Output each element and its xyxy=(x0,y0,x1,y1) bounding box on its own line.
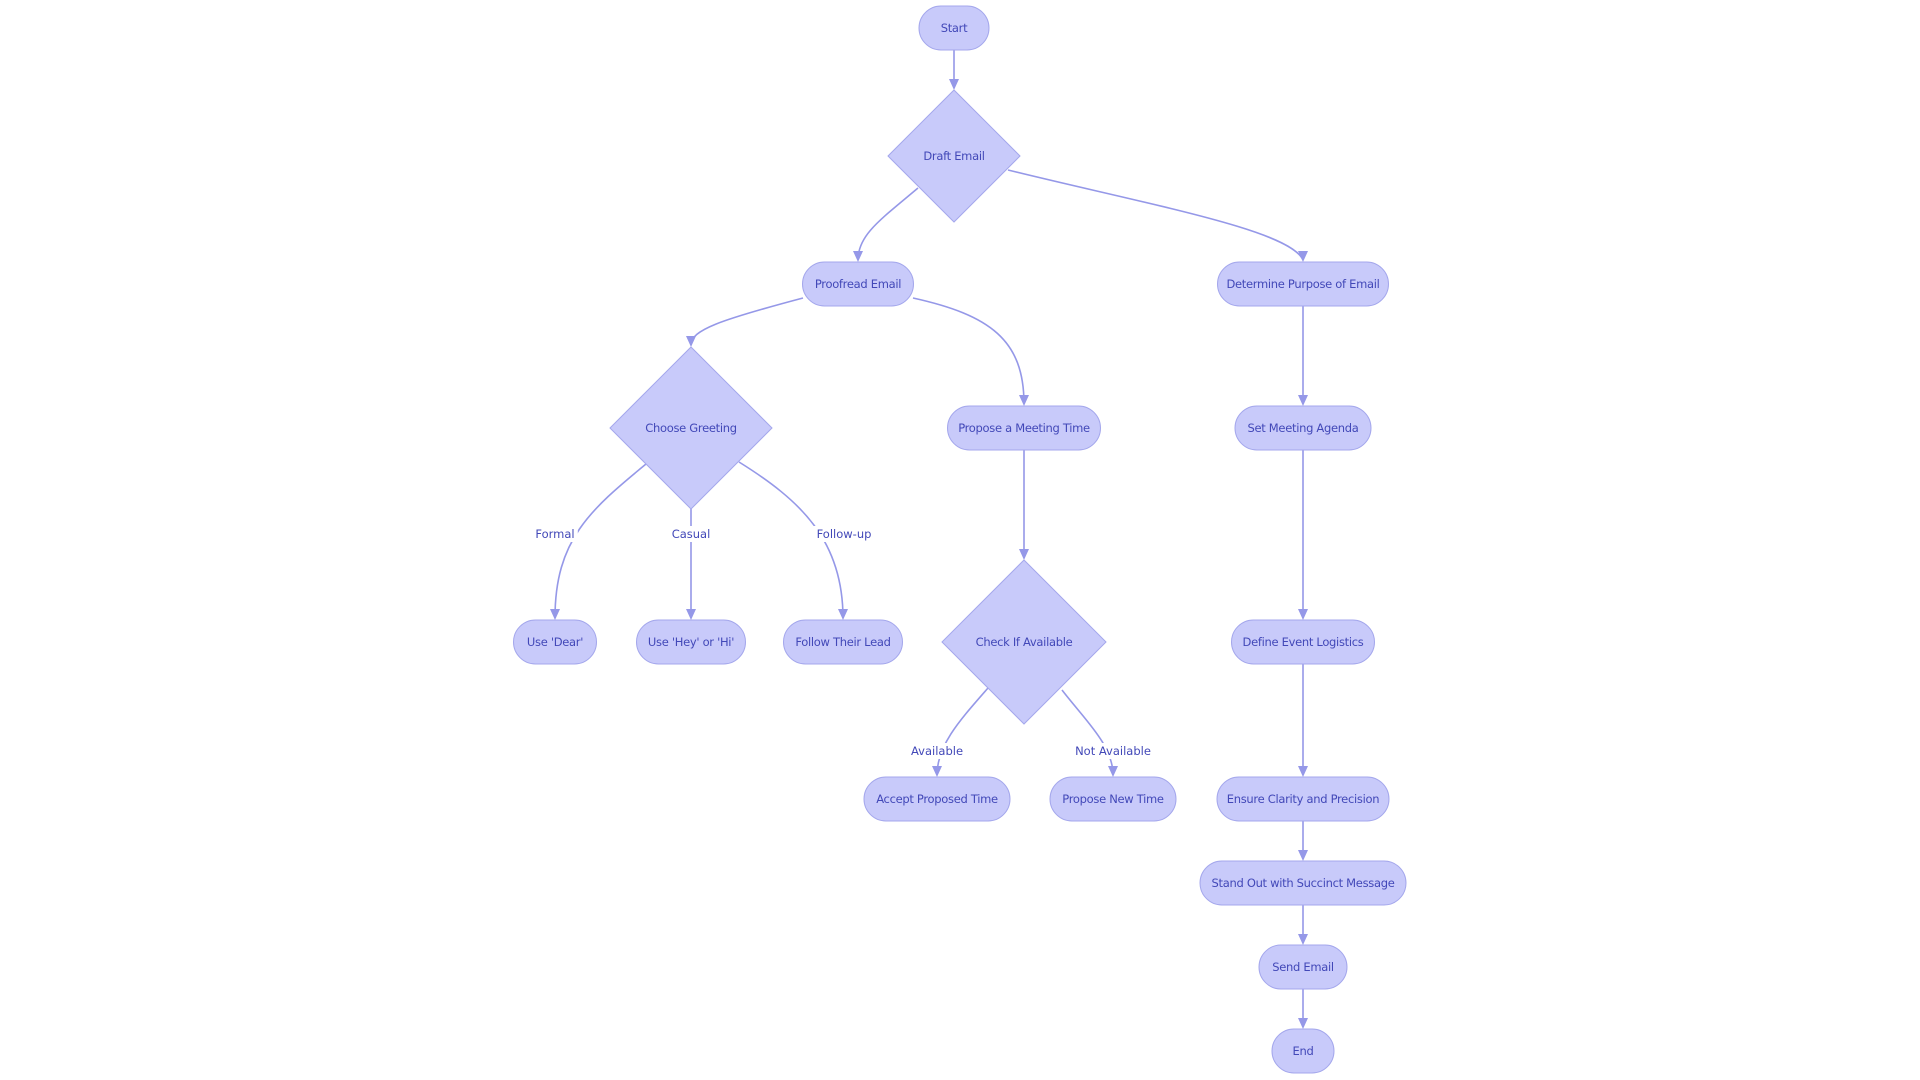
edge-line xyxy=(690,297,804,346)
node-lead[interactable]: Follow Their Lead xyxy=(783,619,903,665)
edge-line xyxy=(1007,169,1304,261)
arrowhead-icon xyxy=(1298,766,1308,777)
node-start[interactable]: Start xyxy=(918,5,990,51)
arrowhead-icon xyxy=(1298,609,1308,620)
node-end[interactable]: End xyxy=(1271,1028,1335,1074)
node-greeting[interactable]: Choose Greeting xyxy=(609,346,773,510)
node-label: Use 'Hey' or 'Hi' xyxy=(648,635,734,649)
arrowhead-icon xyxy=(1108,766,1118,777)
nodes-layer: Start Draft Email Proofread Email Determine… xyxy=(513,5,1407,1074)
node-label: Follow Their Lead xyxy=(795,635,890,649)
edge-label: Formal xyxy=(532,526,578,542)
node-label: Set Meeting Agenda xyxy=(1247,421,1358,435)
arrowhead-icon xyxy=(1298,395,1308,406)
node-label: Check If Available xyxy=(976,635,1073,649)
arrowhead-icon xyxy=(932,766,942,777)
node-accept[interactable]: Accept Proposed Time xyxy=(863,776,1011,822)
edge-clarity-to-standout xyxy=(1298,821,1308,861)
edge-label: Available xyxy=(904,743,970,759)
node-check[interactable]: Check If Available xyxy=(941,559,1107,725)
node-propose[interactable]: Propose a Meeting Time xyxy=(947,405,1101,451)
edge-check-to-accept xyxy=(932,687,989,777)
node-label: Use 'Dear' xyxy=(527,635,583,649)
arrowhead-icon xyxy=(838,609,848,620)
edge-line xyxy=(912,297,1025,405)
edge-label-text: Not Available xyxy=(1075,744,1151,758)
edge-logistics-to-clarity xyxy=(1298,664,1308,777)
node-send[interactable]: Send Email xyxy=(1258,944,1348,990)
node-label: Accept Proposed Time xyxy=(876,792,998,806)
node-purpose[interactable]: Determine Purpose of Email xyxy=(1217,261,1389,307)
edge-greeting-to-heyhi xyxy=(686,509,696,620)
edge-proofread-to-greeting xyxy=(686,297,804,347)
edge-send-to-end xyxy=(1298,989,1308,1029)
node-label: Ensure Clarity and Precision xyxy=(1227,792,1379,806)
node-label: End xyxy=(1293,1044,1314,1058)
edge-label-text: Available xyxy=(911,744,963,758)
arrowhead-icon xyxy=(686,609,696,620)
edge-label: Casual xyxy=(668,526,714,542)
node-newtime[interactable]: Propose New Time xyxy=(1049,776,1177,822)
node-label: Choose Greeting xyxy=(645,421,736,435)
arrowhead-icon xyxy=(1019,395,1029,406)
node-label: Draft Email xyxy=(923,149,984,163)
arrowhead-icon xyxy=(1019,549,1029,560)
node-heyhi[interactable]: Use 'Hey' or 'Hi' xyxy=(636,619,746,665)
node-label: Start xyxy=(941,21,968,35)
arrowhead-icon xyxy=(1298,850,1308,861)
arrowhead-icon xyxy=(1298,251,1308,262)
edge-label-text: Casual xyxy=(672,527,711,541)
edge-draft-to-proofread xyxy=(853,187,919,262)
arrowhead-icon xyxy=(949,79,959,90)
edge-label-text: Formal xyxy=(535,527,574,541)
edge-propose-to-check xyxy=(1019,450,1029,560)
node-label: Stand Out with Succinct Message xyxy=(1212,876,1395,890)
arrowhead-icon xyxy=(1298,1018,1308,1029)
arrowhead-icon xyxy=(550,609,560,620)
edge-line xyxy=(857,187,919,261)
node-label: Propose New Time xyxy=(1062,792,1164,806)
node-logistics[interactable]: Define Event Logistics xyxy=(1231,619,1375,665)
node-draft[interactable]: Draft Email xyxy=(887,89,1021,223)
edge-start-to-draft xyxy=(949,50,959,90)
edge-purpose-to-agenda xyxy=(1298,306,1308,406)
edge-label: Follow-up xyxy=(811,526,877,542)
node-clarity[interactable]: Ensure Clarity and Precision xyxy=(1216,776,1390,822)
edge-line xyxy=(936,687,989,776)
edge-agenda-to-logistics xyxy=(1298,450,1308,620)
arrowhead-icon xyxy=(1298,934,1308,945)
edge-label: Not Available xyxy=(1067,743,1159,759)
node-label: Send Email xyxy=(1272,960,1334,974)
node-dear[interactable]: Use 'Dear' xyxy=(513,619,597,665)
node-proofread[interactable]: Proofread Email xyxy=(802,261,914,307)
arrowhead-icon xyxy=(686,336,696,347)
edge-proofread-to-propose xyxy=(912,297,1029,406)
node-label: Define Event Logistics xyxy=(1243,635,1364,649)
node-label: Propose a Meeting Time xyxy=(958,421,1090,435)
edge-label-text: Follow-up xyxy=(817,527,872,541)
node-label: Determine Purpose of Email xyxy=(1226,277,1379,291)
edge-check-to-newtime xyxy=(1061,689,1118,777)
node-standout[interactable]: Stand Out with Succinct Message xyxy=(1199,860,1407,906)
edge-standout-to-send xyxy=(1298,905,1308,945)
edge-line xyxy=(1061,689,1114,776)
flowchart-canvas: Formal Casual Follow-up Available Not Availa… xyxy=(513,5,1407,1074)
edge-draft-to-purpose xyxy=(1007,169,1308,262)
node-label: Proofread Email xyxy=(815,277,901,291)
arrowhead-icon xyxy=(853,251,863,262)
node-agenda[interactable]: Set Meeting Agenda xyxy=(1234,405,1372,451)
